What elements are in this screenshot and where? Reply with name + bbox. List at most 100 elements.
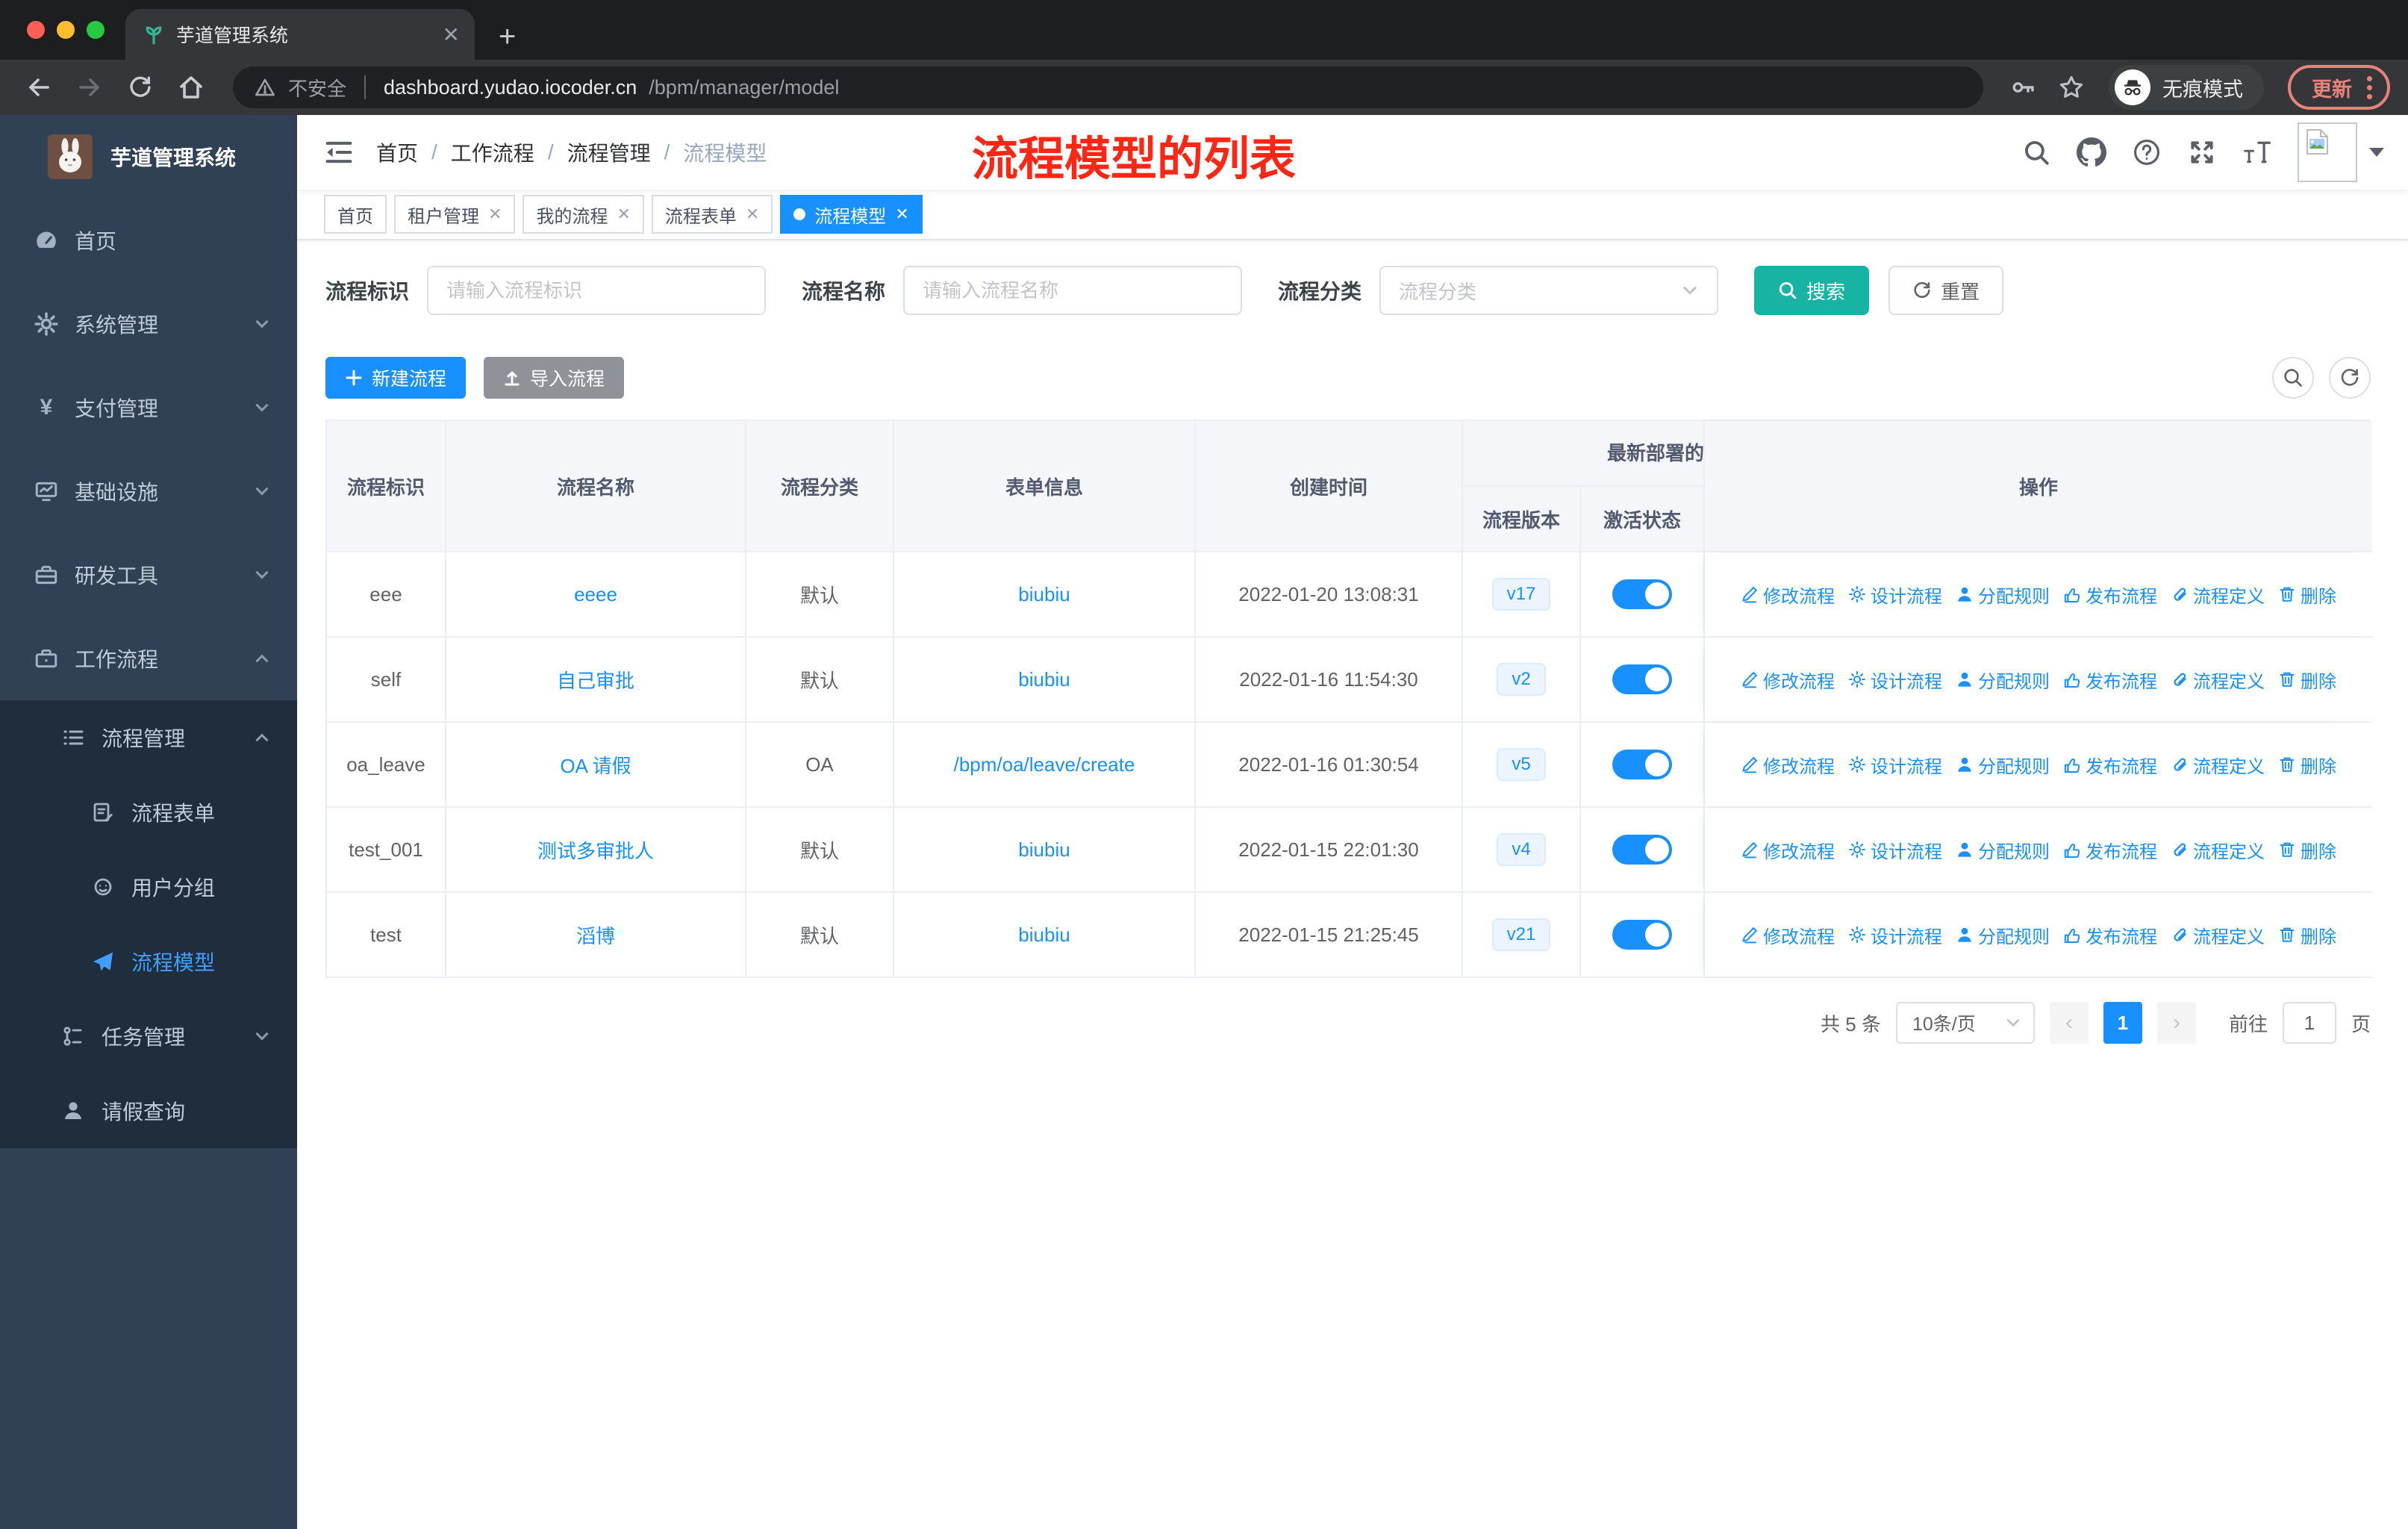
publish-process-link[interactable]: 发布流程 xyxy=(2063,667,2157,693)
process-definition-link[interactable]: 流程定义 xyxy=(2171,667,2265,693)
active-toggle[interactable] xyxy=(1612,920,1672,950)
process-name-link[interactable]: OA 请假 xyxy=(560,751,631,779)
assign-rule-link[interactable]: 分配规则 xyxy=(1956,667,2050,693)
sidebar-item-process-form[interactable]: 流程表单 xyxy=(0,775,297,850)
sidebar-item-leave-query[interactable]: 请假查询 xyxy=(0,1074,297,1148)
active-toggle[interactable] xyxy=(1612,664,1672,694)
design-process-link[interactable]: 设计流程 xyxy=(1848,752,1942,778)
active-toggle[interactable] xyxy=(1612,835,1672,865)
edit-process-link[interactable]: 修改流程 xyxy=(1741,582,1835,608)
forward-icon[interactable] xyxy=(69,66,110,108)
zoom-window-button[interactable] xyxy=(87,21,105,39)
current-page-button[interactable]: 1 xyxy=(2103,1002,2142,1044)
form-info-link[interactable]: biubiu xyxy=(1018,924,1070,947)
process-definition-link[interactable]: 流程定义 xyxy=(2171,582,2265,608)
design-process-link[interactable]: 设计流程 xyxy=(1848,922,1942,948)
reload-icon[interactable] xyxy=(119,66,161,108)
github-icon[interactable] xyxy=(2077,137,2106,167)
form-info-link[interactable]: biubiu xyxy=(1018,583,1070,606)
design-process-link[interactable]: 设计流程 xyxy=(1848,582,1942,608)
assign-rule-link[interactable]: 分配规则 xyxy=(1956,922,2050,948)
hamburger-icon[interactable] xyxy=(322,136,355,169)
fullscreen-icon[interactable] xyxy=(2187,137,2217,167)
edit-process-link[interactable]: 修改流程 xyxy=(1741,922,1835,948)
create-process-button[interactable]: 新建流程 xyxy=(325,357,467,399)
help-icon[interactable] xyxy=(2132,137,2162,167)
process-name-link[interactable]: eeee xyxy=(574,583,617,606)
assign-rule-link[interactable]: 分配规则 xyxy=(1956,837,2050,863)
close-window-button[interactable] xyxy=(27,21,45,39)
process-name-link[interactable]: 滔博 xyxy=(576,921,615,949)
design-process-link[interactable]: 设计流程 xyxy=(1848,667,1942,693)
close-icon[interactable]: ✕ xyxy=(746,205,759,224)
process-name-link[interactable]: 自己审批 xyxy=(557,666,634,694)
home-icon[interactable] xyxy=(170,66,212,108)
search-button[interactable]: 搜索 xyxy=(1754,266,1870,315)
publish-process-link[interactable]: 发布流程 xyxy=(2063,752,2157,778)
process-definition-link[interactable]: 流程定义 xyxy=(2171,837,2265,863)
tag-my-process[interactable]: 我的流程 ✕ xyxy=(523,195,644,234)
key-icon[interactable] xyxy=(2004,68,2043,107)
sidebar-item-home[interactable]: 首页 xyxy=(0,199,297,282)
publish-process-link[interactable]: 发布流程 xyxy=(2063,837,2157,863)
process-name-input[interactable] xyxy=(923,278,1223,302)
sidebar-item-devtools[interactable]: 研发工具 xyxy=(0,533,297,617)
url-bar[interactable]: 不安全 dashboard.yudao.iocoder.cn/bpm/manag… xyxy=(233,66,1983,108)
form-info-link[interactable]: biubiu xyxy=(1018,838,1070,862)
process-definition-link[interactable]: 流程定义 xyxy=(2171,922,2265,948)
form-info-link[interactable]: /bpm/oa/leave/create xyxy=(954,753,1135,776)
edit-process-link[interactable]: 修改流程 xyxy=(1741,837,1835,863)
back-icon[interactable] xyxy=(18,66,60,108)
browser-update-button[interactable]: 更新 xyxy=(2288,65,2390,110)
process-name-link[interactable]: 测试多审批人 xyxy=(537,836,654,864)
sidebar-item-system[interactable]: 系统管理 xyxy=(0,282,297,366)
new-tab-button[interactable]: + xyxy=(475,20,516,60)
breadcrumb-item[interactable]: 工作流程 xyxy=(451,137,534,167)
minimize-window-button[interactable] xyxy=(57,21,75,39)
browser-menu-icon[interactable] xyxy=(2367,75,2372,99)
font-size-icon[interactable] xyxy=(2242,137,2272,167)
close-icon[interactable]: ✕ xyxy=(895,205,908,224)
breadcrumb-item[interactable]: 首页 xyxy=(376,137,418,167)
sidebar-item-infra[interactable]: 基础设施 xyxy=(0,449,297,533)
reset-button[interactable]: 重置 xyxy=(1888,266,2004,315)
design-process-link[interactable]: 设计流程 xyxy=(1848,837,1942,863)
active-toggle[interactable] xyxy=(1612,579,1672,609)
sidebar-item-task-manage[interactable]: 任务管理 xyxy=(0,999,297,1074)
bookmark-star-icon[interactable] xyxy=(2052,68,2091,107)
sidebar-item-pay[interactable]: ¥ 支付管理 xyxy=(0,366,297,449)
page-size-select[interactable]: 10条/页 xyxy=(1895,1002,2035,1044)
form-info-link[interactable]: biubiu xyxy=(1018,668,1070,691)
edit-process-link[interactable]: 修改流程 xyxy=(1741,667,1835,693)
refresh-icon[interactable] xyxy=(2329,357,2371,399)
assign-rule-link[interactable]: 分配规则 xyxy=(1956,582,2050,608)
next-page-button[interactable]: › xyxy=(2156,1002,2196,1044)
close-icon[interactable]: ✕ xyxy=(488,205,502,224)
sidebar-item-process-model[interactable]: 流程模型 xyxy=(0,924,297,999)
publish-process-link[interactable]: 发布流程 xyxy=(2063,582,2157,608)
breadcrumb-item[interactable]: 流程管理 xyxy=(567,137,651,167)
category-select[interactable]: 流程分类 xyxy=(1379,266,1719,315)
tag-tenant[interactable]: 租户管理 ✕ xyxy=(394,195,516,234)
tab-close-icon[interactable]: ✕ xyxy=(443,22,460,47)
assign-rule-link[interactable]: 分配规则 xyxy=(1956,752,2050,778)
tag-home[interactable]: 首页 xyxy=(324,195,387,234)
delete-link[interactable]: 删除 xyxy=(2278,837,2336,863)
toggle-search-icon[interactable] xyxy=(2272,357,2314,399)
close-icon[interactable]: ✕ xyxy=(617,205,630,224)
search-icon[interactable] xyxy=(2021,137,2051,167)
process-definition-link[interactable]: 流程定义 xyxy=(2171,752,2265,778)
goto-page-input[interactable] xyxy=(2283,1011,2335,1035)
delete-link[interactable]: 删除 xyxy=(2278,667,2336,693)
delete-link[interactable]: 删除 xyxy=(2278,922,2336,948)
tag-process-form[interactable]: 流程表单 ✕ xyxy=(651,195,773,234)
sidebar-item-user-group[interactable]: 用户分组 xyxy=(0,850,297,924)
user-menu[interactable] xyxy=(2298,122,2384,182)
active-toggle[interactable] xyxy=(1612,750,1672,779)
process-key-input[interactable] xyxy=(446,278,747,302)
delete-link[interactable]: 删除 xyxy=(2278,752,2336,778)
prev-page-button[interactable]: ‹ xyxy=(2049,1002,2089,1044)
sidebar-item-workflow[interactable]: 工作流程 xyxy=(0,617,297,700)
sidebar-item-process-manage[interactable]: 流程管理 xyxy=(0,700,297,775)
delete-link[interactable]: 删除 xyxy=(2278,582,2336,608)
